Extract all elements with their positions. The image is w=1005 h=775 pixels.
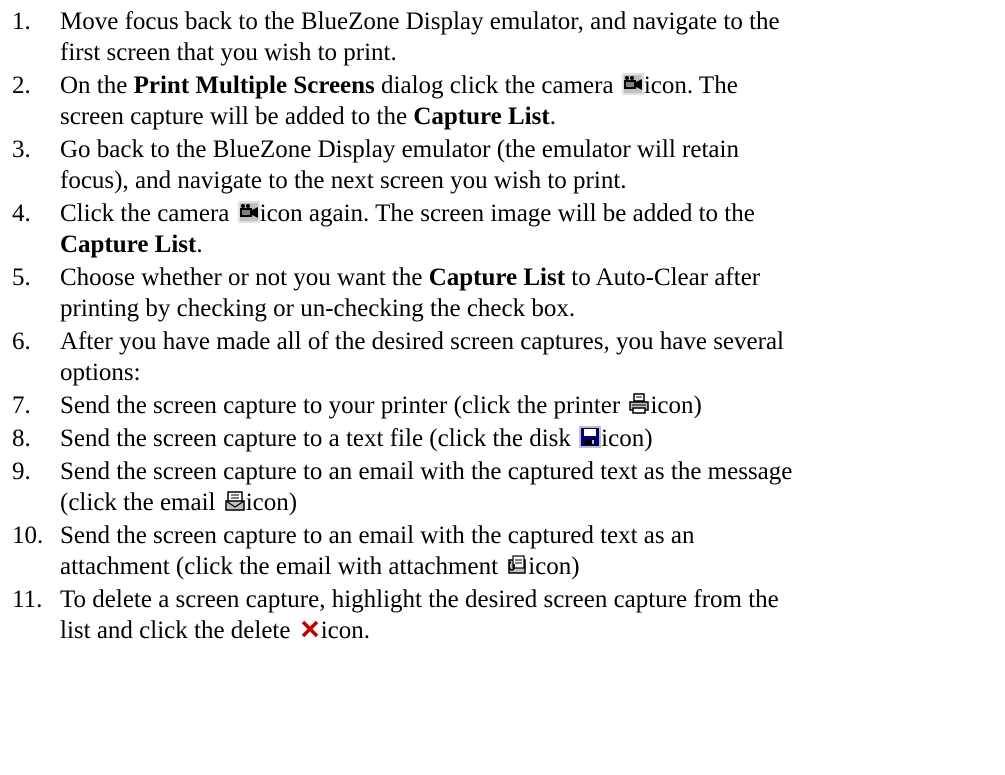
list-item: 6. After you have made all of the desire… (0, 326, 1005, 388)
steps-list: 1. Move focus back to the BlueZone Displ… (0, 6, 1005, 646)
step-text: icon. (320, 617, 371, 644)
step-text: options: (60, 359, 141, 386)
step-text: . (196, 231, 203, 258)
list-item: 5. Choose whether or not you want the Ca… (0, 262, 1005, 324)
list-item: 8. Send the screen capture to a text fil… (0, 423, 1005, 454)
capture-list-label: Capture List (413, 103, 550, 130)
step-text: . (549, 103, 556, 130)
step-number: 6. (12, 328, 31, 355)
step-text: Click the camera (60, 200, 236, 227)
step-text: icon) (245, 489, 298, 516)
step-number: 7. (12, 392, 31, 419)
list-item: 11. To delete a screen capture, highligh… (0, 584, 1005, 646)
instruction-document: 1. Move focus back to the BlueZone Displ… (0, 0, 1005, 775)
step-text: Choose whether or not you want the (60, 264, 429, 291)
camera-icon (621, 73, 644, 95)
step-number: 11. (12, 586, 43, 613)
email-icon (223, 490, 246, 512)
step-number: 4. (12, 200, 31, 227)
dialog-name: Print Multiple Screens (133, 72, 375, 99)
delete-icon (298, 618, 321, 640)
step-text: list and click the delete (60, 617, 297, 644)
list-item: 4. Click the camera icon again. The scre… (0, 198, 1005, 260)
step-text: Send the screen capture to a text file (… (60, 425, 578, 452)
step-text: icon again. The screen image will be add… (259, 200, 755, 227)
step-text: Go back to the BlueZone Display emulator… (60, 136, 739, 163)
step-text: After you have made all of the desired s… (60, 328, 784, 355)
step-number: 9. (12, 458, 31, 485)
printer-icon (628, 393, 651, 415)
step-number: 10. (12, 522, 44, 549)
step-number: 5. (12, 264, 31, 291)
list-item: 2. On the Print Multiple Screens dialog … (0, 70, 1005, 132)
step-text: Send the screen capture to an email with… (60, 458, 793, 485)
step-number: 3. (12, 136, 31, 163)
step-text: icon) (650, 392, 702, 419)
list-item: 3. Go back to the BlueZone Display emula… (0, 134, 1005, 196)
step-number: 8. (12, 425, 31, 452)
step-text: On the (60, 72, 134, 99)
step-text: first screen that you wish to print. (60, 39, 397, 66)
step-text: to Auto-Clear after (565, 264, 761, 291)
disk-icon (579, 426, 602, 448)
step-text: icon) (601, 425, 653, 452)
step-number: 1. (12, 8, 31, 35)
list-item: 7. Send the screen capture to your print… (0, 390, 1005, 421)
step-text: focus), and navigate to the next screen … (60, 167, 627, 194)
step-text: (click the email (60, 489, 222, 516)
camera-icon (237, 201, 260, 223)
step-text: Send the screen capture to an email with… (60, 522, 695, 549)
capture-list-label: Capture List (60, 231, 197, 258)
step-text: icon. The (643, 72, 738, 99)
step-text: printing by checking or un-checking the … (60, 295, 576, 322)
step-text: Move focus back to the BlueZone Display … (60, 8, 780, 35)
list-item: 9. Send the screen capture to an email w… (0, 456, 1005, 518)
step-text: dialog click the camera (374, 72, 620, 99)
step-number: 2. (12, 72, 31, 99)
email-attachment-icon (506, 554, 529, 576)
list-item: 10. Send the screen capture to an email … (0, 520, 1005, 582)
step-text: screen capture will be added to the (60, 103, 414, 130)
capture-list-label: Capture List (428, 264, 566, 291)
step-text: attachment (click the email with attachm… (60, 553, 505, 580)
step-text: Send the screen capture to your printer … (60, 392, 627, 419)
step-text: icon) (528, 553, 580, 580)
list-item: 1. Move focus back to the BlueZone Displ… (0, 6, 1005, 68)
step-text: To delete a screen capture, highlight th… (60, 586, 779, 613)
